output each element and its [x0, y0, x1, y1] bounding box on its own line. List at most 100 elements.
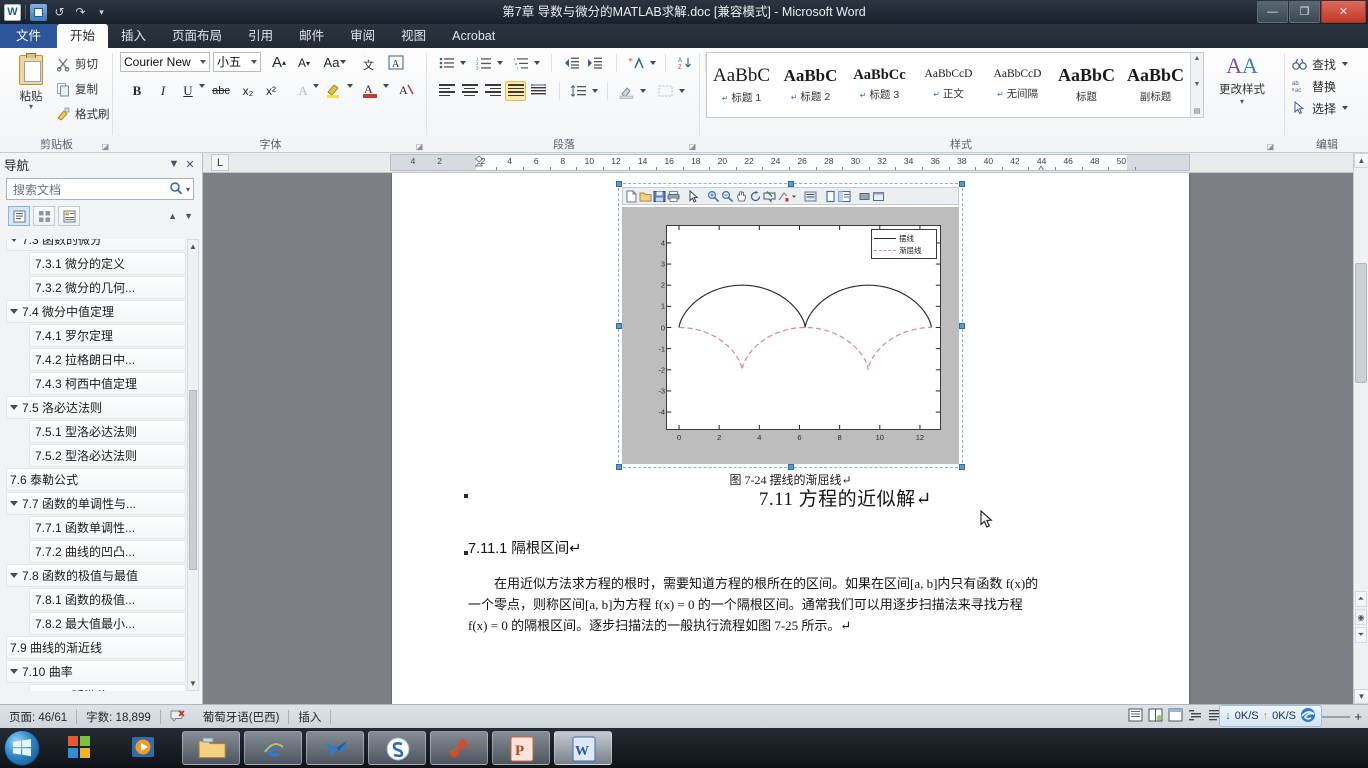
- style-item-heading3[interactable]: AaBbCc ↵ 标题 3: [845, 53, 914, 117]
- cut-button[interactable]: 剪切: [56, 56, 98, 72]
- undock-icon[interactable]: [872, 190, 885, 203]
- replace-button[interactable]: ab ac 替换: [1292, 75, 1348, 97]
- rotate-3d-icon[interactable]: [749, 190, 762, 203]
- print-figure-icon[interactable]: [667, 190, 680, 203]
- nav-heading-item[interactable]: 7.5.2 型洛必达法则: [29, 444, 186, 467]
- paste-button[interactable]: 粘贴 ▾: [8, 53, 54, 111]
- format-painter-button[interactable]: 格式刷: [56, 106, 110, 122]
- web-layout-icon[interactable]: [1168, 708, 1183, 725]
- search-input[interactable]: 搜索文档 ▾: [6, 178, 194, 200]
- previous-heading-icon[interactable]: ▲: [168, 211, 181, 221]
- taskbar-item-foxmail[interactable]: [306, 731, 364, 765]
- matlab-figure-canvas[interactable]: 摆线 渐屈线 -4 -3 -2 -1 0 1 2 3 4 0 2 4 6 8 10 12: [622, 207, 959, 464]
- save-figure-icon[interactable]: [653, 190, 666, 203]
- save-icon[interactable]: [30, 3, 47, 21]
- taskbar-item-file-explorer[interactable]: [182, 731, 240, 765]
- nav-heading-item[interactable]: 7.10 曲率: [6, 660, 186, 683]
- nav-heading-item[interactable]: 7.5.1 型洛必达法则: [29, 420, 186, 443]
- full-screen-reading-icon[interactable]: [1148, 708, 1163, 725]
- numbering-dropdown-icon[interactable]: [497, 61, 503, 65]
- scroll-down-icon[interactable]: ▼: [1194, 81, 1201, 88]
- align-left-button[interactable]: [436, 81, 457, 101]
- expand-collapse-icon[interactable]: [10, 669, 18, 674]
- language-indicator[interactable]: 葡萄牙语(巴西): [194, 705, 289, 729]
- more-styles-icon[interactable]: ▤: [1194, 107, 1201, 115]
- ie-icon[interactable]: [1300, 707, 1316, 726]
- select-button[interactable]: 选择: [1292, 97, 1349, 119]
- font-name-combobox[interactable]: Courier New: [120, 52, 210, 72]
- chevron-down-icon[interactable]: [200, 60, 206, 64]
- scroll-up-icon[interactable]: ▲: [188, 240, 198, 253]
- zoom-in-icon[interactable]: [707, 190, 720, 203]
- character-border-button[interactable]: A: [384, 52, 408, 72]
- horizontal-ruler[interactable]: 4 2 2 4 6 8 10 12 14 16 18 20 22 24 26 28 30 32 34 36 38 40 42…: [390, 154, 1190, 171]
- undo-icon[interactable]: ↺: [51, 4, 68, 21]
- borders-dropdown-icon[interactable]: [679, 89, 685, 93]
- plot-tools-dropdown-icon[interactable]: [791, 190, 797, 203]
- scrollbar-thumb[interactable]: [1355, 263, 1367, 383]
- styles-gallery[interactable]: AaBbC ↵ 标题 1 AaBbC ↵ 标题 2 AaBbCc ↵ 标题 3 …: [706, 52, 1204, 118]
- phonetic-guide-button[interactable]: ˇ文: [358, 52, 382, 72]
- resize-handle-sw[interactable]: [616, 464, 622, 470]
- insert-mode-indicator[interactable]: 插入: [289, 705, 330, 729]
- text-effects-dropdown-icon[interactable]: [313, 84, 319, 88]
- change-styles-dropdown-icon[interactable]: ▾: [1213, 97, 1271, 106]
- document-vertical-scrollbar[interactable]: ▲ ⏶ ◉ ⏷ ▼: [1353, 153, 1368, 704]
- minimize-button[interactable]: —: [1257, 1, 1288, 23]
- increase-indent-button[interactable]: [584, 53, 605, 73]
- taskbar-item-internet-explorer[interactable]: [244, 731, 302, 765]
- scrollbar-thumb[interactable]: [189, 390, 197, 570]
- nav-heading-item[interactable]: 7.8 函数的极值与最值: [6, 564, 186, 587]
- highlight-dropdown-icon[interactable]: [347, 84, 353, 88]
- nav-heading-item[interactable]: 7.3 函数的微分: [6, 239, 186, 251]
- resize-handle-ne[interactable]: [959, 181, 965, 187]
- bold-button[interactable]: B: [126, 80, 148, 102]
- distribute-button[interactable]: [528, 81, 549, 101]
- find-button[interactable]: 查找: [1292, 53, 1349, 75]
- results-view-icon[interactable]: [58, 206, 80, 226]
- asian-layout-dropdown-icon[interactable]: [650, 61, 656, 65]
- bullets-button[interactable]: [436, 53, 457, 73]
- previous-page-icon[interactable]: ⏶: [1355, 591, 1367, 607]
- matlab-figure-object[interactable]: 摆线 渐屈线 -4 -3 -2 -1 0 1 2 3 4 0 2 4 6 8 10 12: [616, 181, 965, 470]
- outline-view-icon[interactable]: [1188, 708, 1203, 725]
- media-player-icon[interactable]: [130, 734, 158, 762]
- shrink-font-button[interactable]: A ▾: [293, 53, 315, 73]
- clear-formatting-button[interactable]: A: [396, 80, 416, 100]
- underline-button[interactable]: U: [177, 80, 199, 102]
- expand-collapse-icon[interactable]: [10, 573, 18, 578]
- decrease-indent-button[interactable]: [561, 53, 582, 73]
- font-color-dropdown-icon[interactable]: [383, 84, 389, 88]
- search-dropdown-icon[interactable]: ▾: [183, 185, 190, 194]
- borders-button[interactable]: [655, 81, 676, 101]
- nav-heading-item[interactable]: 7.10.1 弧微分: [29, 684, 186, 691]
- multilevel-list-button[interactable]: 1ai: [510, 53, 531, 73]
- next-heading-icon[interactable]: ▼: [184, 211, 196, 221]
- change-case-button[interactable]: Aa: [320, 52, 350, 72]
- style-item-heading2[interactable]: AaBbC ↵ 标题 2: [776, 53, 845, 117]
- pan-icon[interactable]: [735, 190, 748, 203]
- find-dropdown-icon[interactable]: [1342, 62, 1349, 66]
- navigation-options-dropdown-icon[interactable]: ▼: [166, 158, 182, 170]
- expand-collapse-icon[interactable]: [10, 309, 18, 314]
- navigation-heading-list[interactable]: 7.3 函数的微分 7.3.1 微分的定义 7.3.2 微分的几何... 7.4 微分…: [6, 239, 186, 691]
- justify-button[interactable]: [505, 81, 526, 101]
- headings-view-icon[interactable]: [8, 206, 30, 226]
- numbering-button[interactable]: 123: [473, 53, 494, 73]
- taskbar-item-powerpoint[interactable]: P: [492, 731, 550, 765]
- pages-view-icon[interactable]: [33, 206, 55, 226]
- document-canvas[interactable]: 摆线 渐屈线 -4 -3 -2 -1 0 1 2 3 4 0 2 4 6 8 10 12 图 7-24 摆线的…: [203, 173, 1353, 704]
- style-item-normal[interactable]: AaBbCcD ↵ 正文: [914, 53, 983, 117]
- select-dropdown-icon[interactable]: [1342, 106, 1349, 110]
- nav-heading-item[interactable]: 7.8.1 函数的极值...: [29, 588, 186, 611]
- asian-layout-button[interactable]: ✳: [626, 53, 647, 73]
- sort-button[interactable]: AZ: [675, 53, 696, 73]
- taskbar-item-word[interactable]: W: [554, 731, 612, 765]
- style-item-subtitle[interactable]: AaBbC 副标题: [1121, 53, 1190, 117]
- customize-qat-dropdown-icon[interactable]: ▾: [93, 4, 110, 21]
- tab-acrobat[interactable]: Acrobat: [439, 24, 508, 48]
- font-dialog-launcher[interactable]: ◪: [415, 142, 424, 151]
- superscript-button[interactable]: x²: [260, 80, 282, 102]
- proofing-status[interactable]: [161, 705, 194, 729]
- document-page[interactable]: 摆线 渐屈线 -4 -3 -2 -1 0 1 2 3 4 0 2 4 6 8 10 12 图 7-24 摆线的…: [392, 173, 1189, 704]
